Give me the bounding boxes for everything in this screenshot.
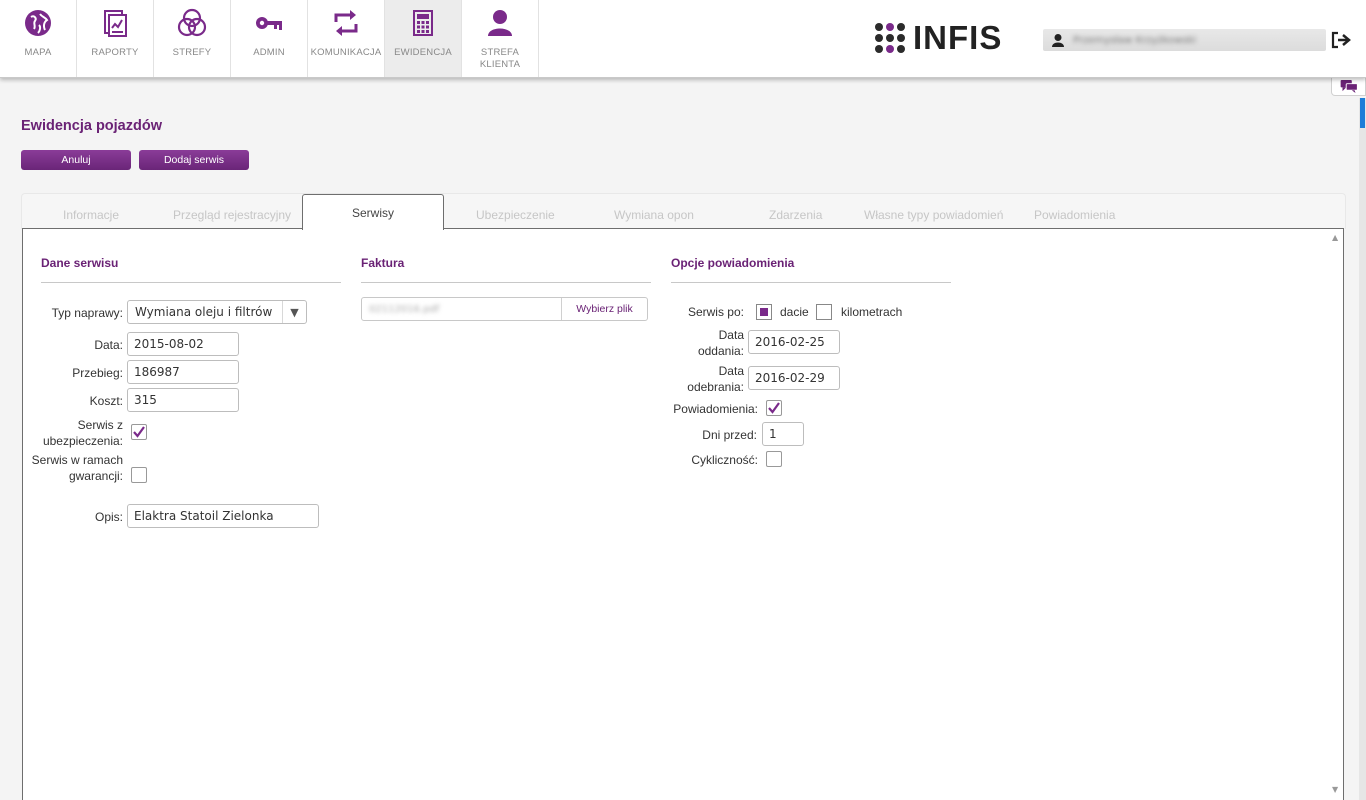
cyclic-checkbox[interactable]: [766, 451, 782, 467]
pickup-date-input[interactable]: 2016-02-29: [748, 366, 840, 390]
globe-icon: [23, 8, 53, 38]
nav-item-mapa[interactable]: MAPA: [0, 0, 77, 77]
section-divider: [361, 282, 651, 283]
chevron-down-icon[interactable]: ▼: [282, 301, 306, 323]
logout-button[interactable]: [1329, 29, 1353, 51]
check-icon: [133, 426, 145, 438]
choose-file-button[interactable]: Wybierz plik: [561, 298, 647, 320]
tab-serwisy[interactable]: Serwisy: [302, 194, 444, 230]
handover-date-input[interactable]: 2016-02-25: [748, 330, 840, 354]
key-icon: [254, 8, 284, 38]
scroll-down-icon[interactable]: ▼: [1332, 785, 1338, 794]
calculator-icon: [408, 8, 438, 38]
date-input[interactable]: 2015-08-02: [127, 332, 239, 356]
notify-section-title: Opcje powiadomienia: [671, 256, 795, 270]
description-input[interactable]: Elaktra Statoil Zielonka: [127, 504, 319, 528]
nav-label: MAPA: [24, 47, 52, 58]
service-by-label: Serwis po:: [687, 305, 744, 319]
cancel-button[interactable]: Anuluj: [21, 150, 131, 170]
nav-label: STREFA KLIENTA: [479, 47, 521, 70]
brand-logo: INFIS: [875, 20, 1002, 56]
check-icon: [768, 402, 780, 414]
cyclic-label: Cykliczność:: [691, 453, 758, 467]
insurance-checkbox[interactable]: [131, 424, 147, 440]
nav-label: ADMIN: [253, 47, 285, 58]
section-divider: [41, 282, 341, 283]
notifications-label: Powiadomienia:: [673, 402, 758, 416]
nav-item-ewidencja[interactable]: EWIDENCJA: [385, 0, 462, 77]
by-date-label: dacie: [780, 305, 809, 319]
logout-icon: [1331, 31, 1351, 49]
description-label: Opis:: [94, 510, 123, 524]
content-scrollbar[interactable]: ▲ ▼: [1329, 229, 1343, 800]
nav-label: STREFY: [172, 47, 212, 58]
repair-type-value: Wymiana oleju i filtrów: [135, 305, 273, 319]
tab-powiadomienia[interactable]: Powiadomienia: [1034, 208, 1115, 222]
page-scrollbar-thumb[interactable]: [1360, 98, 1365, 128]
notifications-checkbox[interactable]: [766, 400, 782, 416]
nav-item-raporty[interactable]: RAPORTY: [77, 0, 154, 77]
tab-wymiana-opon[interactable]: Wymiana opon: [614, 208, 694, 222]
invoice-file-name: 02112016.pdf: [369, 303, 440, 315]
by-km-label: kilometrach: [841, 305, 903, 319]
nav-item-strefa-klienta[interactable]: STREFA KLIENTA: [462, 0, 539, 77]
logo-dots-icon: [875, 23, 905, 53]
cost-input[interactable]: 315: [127, 388, 239, 412]
warranty-label: Serwis w ramach gwarancji:: [31, 453, 123, 483]
main-nav: MAPA RAPORTY STREFY ADMIN KOMUNIKACJA EW…: [0, 0, 539, 77]
nav-label: RAPORTY: [91, 47, 139, 58]
insurance-label: Serwis z ubezpieczenia:: [42, 418, 123, 448]
date-label: Data:: [94, 338, 123, 352]
exchange-icon: [331, 8, 361, 38]
mileage-label: Przebieg:: [72, 366, 123, 380]
by-date-option[interactable]: [756, 304, 772, 320]
repair-type-label: Typ naprawy:: [51, 306, 123, 320]
nav-label: KOMUNIKACJA: [310, 47, 382, 58]
zones-icon: [177, 8, 207, 38]
nav-item-komunikacja[interactable]: KOMUNIKACJA: [308, 0, 385, 77]
user-name: Przemysław Krzyżkowski: [1073, 34, 1197, 46]
cost-label: Koszt:: [89, 394, 123, 408]
scroll-up-icon[interactable]: ▲: [1332, 233, 1338, 242]
section-divider: [671, 282, 951, 283]
tab-ubezpieczenie[interactable]: Ubezpieczenie: [476, 208, 555, 222]
nav-label: EWIDENCJA: [394, 47, 452, 58]
days-before-input[interactable]: 1: [762, 422, 804, 446]
tab-zdarzenia[interactable]: Zdarzenia: [769, 208, 822, 222]
tab-przeglad-rejestracyjny[interactable]: Przegląd rejestracyjny: [173, 208, 291, 222]
tab-wlasne-typy-powiadomien[interactable]: Własne typy powiadomień: [864, 208, 1003, 222]
nav-item-strefy[interactable]: STREFY: [154, 0, 231, 77]
pickup-date-label: Data odebrania:: [687, 364, 744, 394]
invoice-file-field[interactable]: 02112016.pdf Wybierz plik: [361, 297, 648, 321]
service-section-title: Dane serwisu: [41, 256, 119, 270]
user-icon: [485, 8, 515, 38]
warranty-checkbox[interactable]: [131, 467, 147, 483]
by-km-option[interactable]: [816, 304, 832, 320]
page-title: Ewidencja pojazdów: [21, 118, 162, 134]
repair-type-select[interactable]: Wymiana oleju i filtrów ▼: [127, 300, 307, 324]
nav-item-admin[interactable]: ADMIN: [231, 0, 308, 77]
chat-icon: [1340, 80, 1358, 93]
top-navigation-bar: MAPA RAPORTY STREFY ADMIN KOMUNIKACJA EW…: [0, 0, 1366, 78]
page-scrollbar[interactable]: [1359, 98, 1366, 800]
add-service-button[interactable]: Dodaj serwis: [139, 150, 249, 170]
chat-button[interactable]: [1331, 78, 1366, 96]
days-before-label: Dni przed:: [702, 428, 757, 442]
report-icon: [100, 8, 130, 38]
brand-name: INFIS: [913, 19, 1003, 56]
selected-indicator: [760, 308, 768, 316]
mileage-input[interactable]: 186987: [127, 360, 239, 384]
user-icon: [1052, 34, 1064, 47]
invoice-section-title: Faktura: [361, 256, 405, 270]
user-box[interactable]: Przemysław Krzyżkowski: [1043, 29, 1326, 51]
tab-informacje[interactable]: Informacje: [63, 208, 119, 222]
handover-date-label: Data oddania:: [697, 328, 744, 358]
